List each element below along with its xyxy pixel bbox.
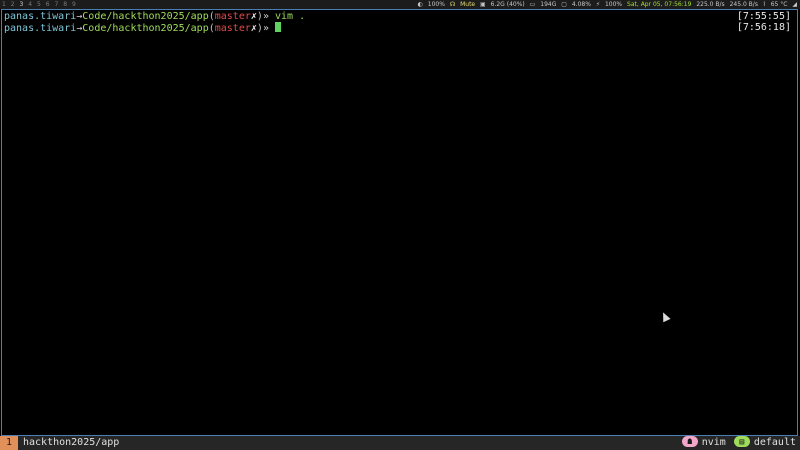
prompt-line-2: panas.tiwari→Code/hackthon2025/app(maste… xyxy=(4,22,281,34)
system-status-bar: 1 2 3 4 5 6 7 8 9 ◐ 100% ☊ Mute ▣ 6.2G (… xyxy=(0,0,800,9)
terminal-window[interactable]: panas.tiwari→Code/hackthon2025/app(maste… xyxy=(1,9,798,436)
cpu-value: 4.08% xyxy=(571,1,591,8)
battery-status: ⚡ 100% xyxy=(595,1,623,8)
prompt-symbol: » xyxy=(262,23,269,34)
workspace-7[interactable]: 7 xyxy=(55,1,59,8)
tmux-window-name[interactable]: hackthon2025/app xyxy=(23,436,119,450)
workspace-6[interactable]: 6 xyxy=(46,1,50,8)
workspace-5[interactable]: 5 xyxy=(37,1,41,8)
workspace-2[interactable]: 2 xyxy=(11,1,15,8)
terminal-cursor[interactable] xyxy=(275,22,281,32)
workspace-4[interactable]: 4 xyxy=(28,1,32,8)
git-branch: master xyxy=(214,23,251,34)
workspace-list: 1 2 3 4 5 6 7 8 9 xyxy=(2,0,79,9)
cpu-status: ▢ 4.08% xyxy=(561,1,591,8)
tmux-process-label: nvim xyxy=(701,437,726,448)
volume-value: 100% xyxy=(427,1,445,8)
memory-status: ▣ 6.2G (40%) xyxy=(480,1,525,8)
prompt-dir: Code/hackthon2025/app xyxy=(82,11,209,22)
session-icon: ▤ xyxy=(733,436,750,447)
memory-value: 6.2G (40%) xyxy=(490,1,525,8)
disk-value: 194G xyxy=(540,1,557,8)
prompt-symbol: » xyxy=(262,11,269,22)
git-branch: master xyxy=(214,11,251,22)
net-up: 245.0 B/s xyxy=(729,1,758,8)
net-down: 225.0 B/s xyxy=(696,1,725,8)
tmux-status-bar: 1 hackthon2025/app ☗ nvim ▤ default xyxy=(0,436,800,450)
mic-status[interactable]: ☊ Mute xyxy=(450,1,475,8)
battery-value: 100% xyxy=(604,1,623,8)
volume-status[interactable]: ◐ 100% xyxy=(418,1,445,8)
tmux-window-index[interactable]: 1 xyxy=(0,436,18,450)
tmux-right-status: ☗ nvim ▤ default xyxy=(681,436,796,450)
process-icon: ☗ xyxy=(681,436,698,447)
prompt-dir: Code/hackthon2025/app xyxy=(82,23,209,34)
wifi-icon[interactable]: ◢ xyxy=(792,1,797,8)
workspace-3[interactable]: 3 xyxy=(20,1,24,8)
tmux-session-label: default xyxy=(753,437,796,448)
disk-status: ▭ 194G xyxy=(529,1,557,8)
workspace-9[interactable]: 9 xyxy=(72,1,76,8)
temp-value: 65 °C xyxy=(770,1,788,8)
mic-value: Mute xyxy=(460,1,476,8)
temp-status: ⌇ 65 °C xyxy=(762,1,788,8)
workspace-8[interactable]: 8 xyxy=(63,1,67,8)
status-modules: ◐ 100% ☊ Mute ▣ 6.2G (40%) ▭ 194G ▢ 4.08… xyxy=(415,0,797,9)
prompt-user: panas.tiwari xyxy=(4,11,77,22)
workspace-1[interactable]: 1 xyxy=(2,1,6,8)
prompt-timestamp-2: [7:56:18] xyxy=(736,22,791,33)
command-text: vim . xyxy=(275,11,306,22)
clock[interactable]: Sat, Apr 05, 07:56:19 xyxy=(627,1,691,8)
prompt-user: panas.tiwari xyxy=(4,23,77,34)
